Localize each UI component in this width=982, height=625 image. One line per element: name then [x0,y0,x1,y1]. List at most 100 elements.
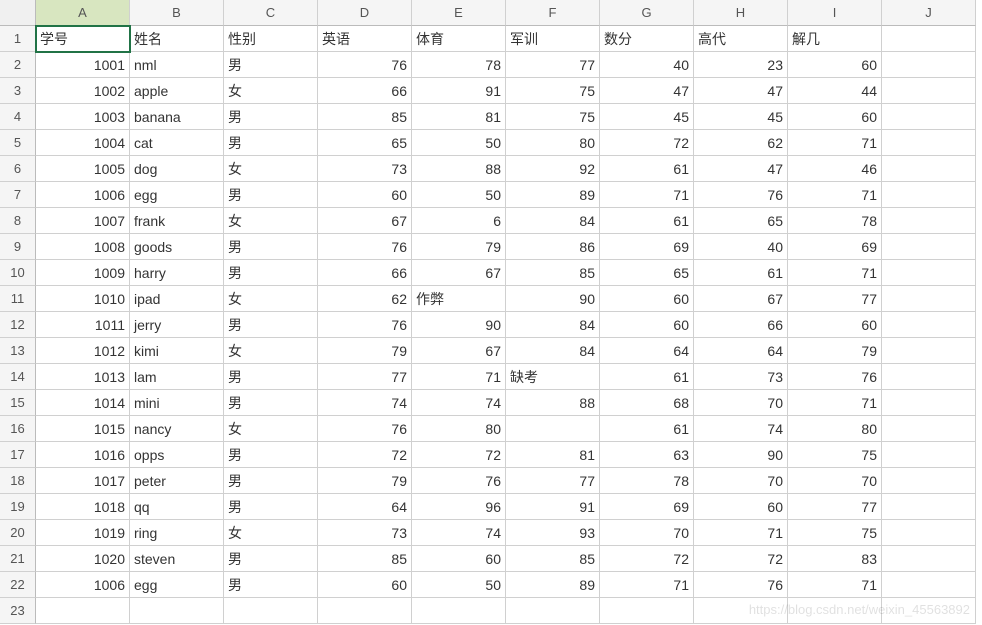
cell-C5[interactable]: 男 [224,130,318,156]
cell-H9[interactable]: 40 [694,234,788,260]
cell-B3[interactable]: apple [130,78,224,104]
cell-I10[interactable]: 71 [788,260,882,286]
row-header-1[interactable]: 1 [0,26,36,52]
cell-E19[interactable]: 96 [412,494,506,520]
cell-B15[interactable]: mini [130,390,224,416]
cell-J10[interactable] [882,260,976,286]
cell-D2[interactable]: 76 [318,52,412,78]
row-header-16[interactable]: 16 [0,416,36,442]
cell-A14[interactable]: 1013 [36,364,130,390]
row-header-23[interactable]: 23 [0,598,36,624]
cell-A12[interactable]: 1011 [36,312,130,338]
cell-B23[interactable] [130,598,224,624]
cell-I18[interactable]: 70 [788,468,882,494]
cell-F19[interactable]: 91 [506,494,600,520]
cell-I3[interactable]: 44 [788,78,882,104]
cell-A22[interactable]: 1006 [36,572,130,598]
row-header-20[interactable]: 20 [0,520,36,546]
cell-H23[interactable] [694,598,788,624]
row-header-21[interactable]: 21 [0,546,36,572]
cell-J8[interactable] [882,208,976,234]
cell-H3[interactable]: 47 [694,78,788,104]
cell-G13[interactable]: 64 [600,338,694,364]
cell-C22[interactable]: 男 [224,572,318,598]
cell-H12[interactable]: 66 [694,312,788,338]
cell-G6[interactable]: 61 [600,156,694,182]
cell-E16[interactable]: 80 [412,416,506,442]
cell-C2[interactable]: 男 [224,52,318,78]
cell-D4[interactable]: 85 [318,104,412,130]
cell-C3[interactable]: 女 [224,78,318,104]
column-header-H[interactable]: H [694,0,788,26]
cell-J5[interactable] [882,130,976,156]
cell-J23[interactable] [882,598,976,624]
cell-B18[interactable]: peter [130,468,224,494]
cell-J11[interactable] [882,286,976,312]
row-header-10[interactable]: 10 [0,260,36,286]
cell-B14[interactable]: lam [130,364,224,390]
cell-B9[interactable]: goods [130,234,224,260]
spreadsheet-grid[interactable]: ABCDEFGHIJ1学号姓名性别英语体育军训数分高代解几21001nml男76… [0,0,982,624]
cell-H14[interactable]: 73 [694,364,788,390]
cell-F18[interactable]: 77 [506,468,600,494]
cell-E21[interactable]: 60 [412,546,506,572]
cell-B21[interactable]: steven [130,546,224,572]
cell-A2[interactable]: 1001 [36,52,130,78]
cell-H15[interactable]: 70 [694,390,788,416]
row-header-3[interactable]: 3 [0,78,36,104]
column-header-I[interactable]: I [788,0,882,26]
select-all-corner[interactable] [0,0,36,26]
cell-A8[interactable]: 1007 [36,208,130,234]
cell-A13[interactable]: 1012 [36,338,130,364]
cell-H11[interactable]: 67 [694,286,788,312]
cell-F22[interactable]: 89 [506,572,600,598]
cell-D22[interactable]: 60 [318,572,412,598]
cell-I7[interactable]: 71 [788,182,882,208]
cell-F9[interactable]: 86 [506,234,600,260]
cell-F1[interactable]: 军训 [506,26,600,52]
cell-A4[interactable]: 1003 [36,104,130,130]
cell-E6[interactable]: 88 [412,156,506,182]
cell-J6[interactable] [882,156,976,182]
cell-G18[interactable]: 78 [600,468,694,494]
cell-B7[interactable]: egg [130,182,224,208]
cell-B19[interactable]: qq [130,494,224,520]
cell-D14[interactable]: 77 [318,364,412,390]
cell-I14[interactable]: 76 [788,364,882,390]
cell-G4[interactable]: 45 [600,104,694,130]
cell-E3[interactable]: 91 [412,78,506,104]
row-header-2[interactable]: 2 [0,52,36,78]
cell-G11[interactable]: 60 [600,286,694,312]
column-header-F[interactable]: F [506,0,600,26]
cell-H13[interactable]: 64 [694,338,788,364]
cell-F11[interactable]: 90 [506,286,600,312]
cell-D7[interactable]: 60 [318,182,412,208]
cell-A9[interactable]: 1008 [36,234,130,260]
cell-G23[interactable] [600,598,694,624]
cell-G20[interactable]: 70 [600,520,694,546]
cell-C13[interactable]: 女 [224,338,318,364]
cell-J13[interactable] [882,338,976,364]
cell-H21[interactable]: 72 [694,546,788,572]
cell-F17[interactable]: 81 [506,442,600,468]
cell-F8[interactable]: 84 [506,208,600,234]
cell-H5[interactable]: 62 [694,130,788,156]
cell-I23[interactable] [788,598,882,624]
cell-B12[interactable]: jerry [130,312,224,338]
cell-C9[interactable]: 男 [224,234,318,260]
cell-B6[interactable]: dog [130,156,224,182]
cell-H8[interactable]: 65 [694,208,788,234]
cell-F15[interactable]: 88 [506,390,600,416]
cell-A7[interactable]: 1006 [36,182,130,208]
cell-F3[interactable]: 75 [506,78,600,104]
cell-E10[interactable]: 67 [412,260,506,286]
cell-E17[interactable]: 72 [412,442,506,468]
cell-G22[interactable]: 71 [600,572,694,598]
cell-C11[interactable]: 女 [224,286,318,312]
cell-A6[interactable]: 1005 [36,156,130,182]
cell-E18[interactable]: 76 [412,468,506,494]
cell-C16[interactable]: 女 [224,416,318,442]
cell-J21[interactable] [882,546,976,572]
cell-G14[interactable]: 61 [600,364,694,390]
row-header-7[interactable]: 7 [0,182,36,208]
